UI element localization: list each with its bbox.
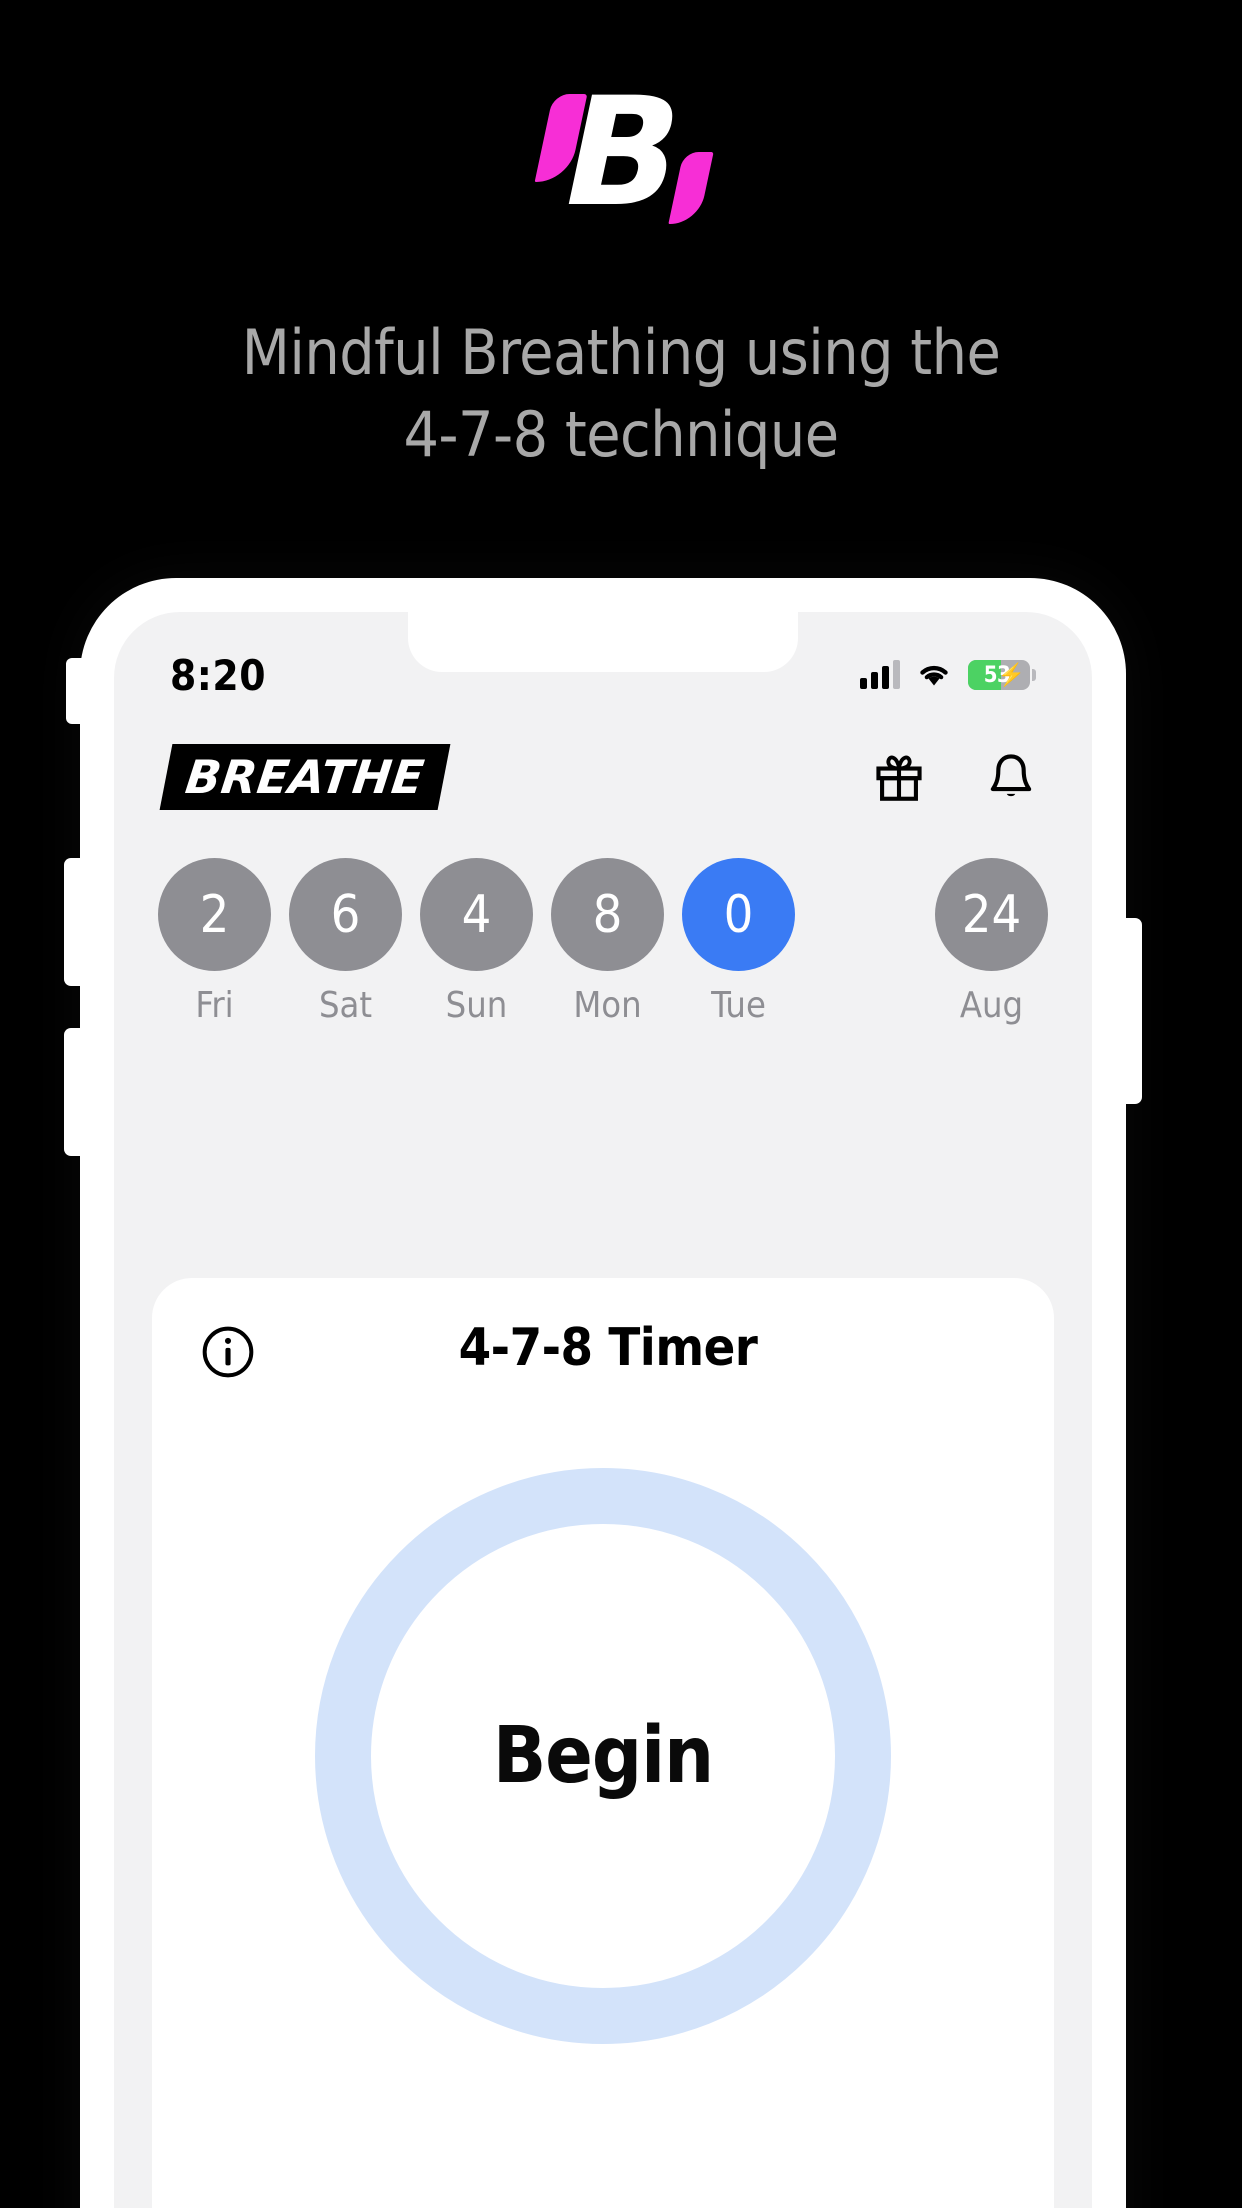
date-number: 6 xyxy=(289,858,402,971)
phone-notch xyxy=(408,612,798,672)
volume-up-button[interactable] xyxy=(64,858,86,986)
timer-card: 4-7-8 Timer Begin xyxy=(152,1278,1054,2208)
app-brand-label: BREATHE xyxy=(182,750,428,804)
date-label: Sun xyxy=(445,985,508,1026)
date-number: 4 xyxy=(420,858,533,971)
begin-button[interactable]: Begin xyxy=(315,1468,891,2044)
date-item-month[interactable]: 24 Aug xyxy=(935,858,1048,1026)
timer-card-header: 4-7-8 Timer xyxy=(152,1278,1054,1418)
date-list: 2 Fri 6 Sat 4 Sun 8 Mon 0 Tue xyxy=(158,858,795,1026)
promo-screenshot: B Mindful Breathing using the 4-7-8 tech… xyxy=(0,0,1242,2208)
month-number: 24 xyxy=(935,858,1048,971)
date-item-fri[interactable]: 2 Fri xyxy=(158,858,271,1026)
phone-screen: 8:20 53 ⚡ BREATHE 2 Fri 6 Sat 4 Sun 8 Mo… xyxy=(114,612,1092,2208)
begin-button-label: Begin xyxy=(492,1711,714,1801)
status-bar-time: 8:20 xyxy=(170,650,266,700)
date-label: Fri xyxy=(195,985,234,1026)
date-item-sat[interactable]: 6 Sat xyxy=(289,858,402,1026)
charging-bolt-icon: ⚡ xyxy=(997,662,1025,687)
b-mark: B xyxy=(516,66,726,240)
power-button[interactable] xyxy=(1120,918,1142,1104)
wifi-icon xyxy=(920,665,948,686)
app-brand-logo: BREATHE xyxy=(159,744,451,810)
app-header: BREATHE xyxy=(114,722,1092,832)
date-item-tue-selected[interactable]: 0 Tue xyxy=(682,858,795,1026)
battery-indicator: 53 ⚡ xyxy=(968,660,1030,690)
date-number: 2 xyxy=(158,858,271,971)
timer-card-title: 4-7-8 Timer xyxy=(458,1318,758,1378)
promo-tagline: Mindful Breathing using the 4-7-8 techni… xyxy=(241,316,1001,471)
date-label: Tue xyxy=(711,985,766,1026)
phone-device-frame: 8:20 53 ⚡ BREATHE 2 Fri 6 Sat 4 Sun 8 Mo… xyxy=(64,578,1142,2208)
date-label: Mon xyxy=(573,985,642,1026)
date-label: Sat xyxy=(318,985,373,1026)
header-actions xyxy=(870,748,1040,806)
gift-icon[interactable] xyxy=(870,748,928,806)
cellular-signal-icon xyxy=(860,660,900,689)
date-number: 8 xyxy=(551,858,664,971)
status-bar-indicators: 53 ⚡ xyxy=(860,660,1036,690)
brand-logo: B xyxy=(0,66,1242,240)
month-label: Aug xyxy=(959,985,1024,1026)
logo-accent-bottom-icon xyxy=(668,152,714,224)
date-item-sun[interactable]: 4 Sun xyxy=(420,858,533,1026)
date-number: 0 xyxy=(682,858,795,971)
battery-cap xyxy=(1032,669,1036,681)
date-item-mon[interactable]: 8 Mon xyxy=(551,858,664,1026)
date-strip: 2 Fri 6 Sat 4 Sun 8 Mon 0 Tue 24 Aug xyxy=(114,858,1092,1038)
silent-switch-button[interactable] xyxy=(66,658,86,724)
bell-icon[interactable] xyxy=(982,748,1040,806)
volume-down-button[interactable] xyxy=(64,1028,86,1156)
begin-button-wrap: Begin xyxy=(152,1468,1054,2044)
info-circle-icon[interactable] xyxy=(200,1324,256,1380)
